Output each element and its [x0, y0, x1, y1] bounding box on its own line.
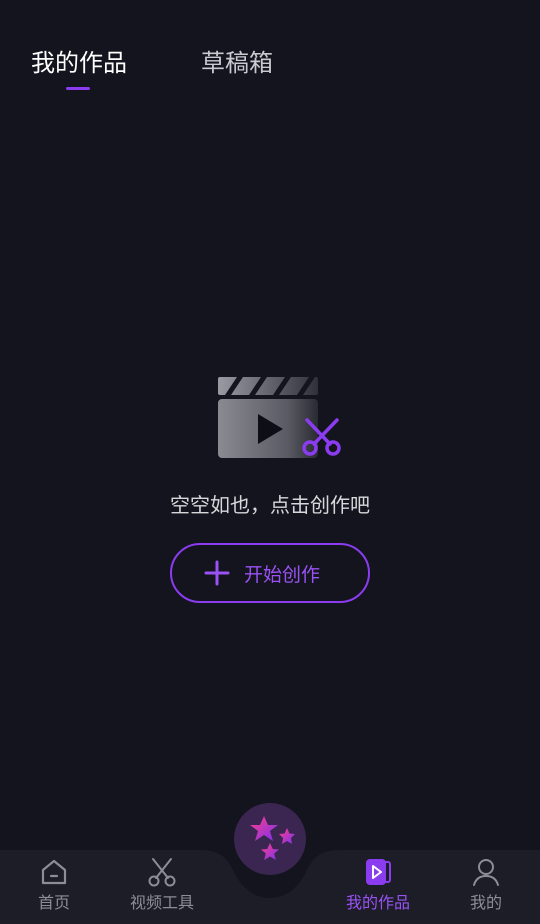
nav-label-video-tools: 视频工具: [129, 893, 194, 912]
nav-item-my-works[interactable]: 我的作品: [328, 856, 428, 914]
nav-item-home[interactable]: 首页: [4, 856, 104, 914]
plus-icon: [204, 560, 230, 586]
create-center-button[interactable]: [234, 803, 306, 875]
tab-drafts[interactable]: 草稿箱: [201, 46, 273, 80]
tab-my-works[interactable]: 我的作品: [31, 46, 127, 80]
nav-label-my-works: 我的作品: [345, 893, 410, 912]
user-icon: [473, 859, 499, 886]
tab-indicator: [66, 87, 90, 90]
top-tab-bar: 我的作品 草稿箱: [0, 0, 540, 100]
nav-item-video-tools[interactable]: 视频工具: [112, 856, 212, 914]
scissors-icon: [148, 858, 176, 887]
nav-label-me: 我的: [469, 893, 502, 912]
home-icon: [41, 859, 67, 885]
stars-icon: [250, 816, 295, 860]
video-works-icon: [366, 859, 391, 885]
start-create-button[interactable]: 开始创作: [170, 543, 370, 603]
nav-item-me[interactable]: 我的: [436, 856, 536, 914]
nav-label-home: 首页: [37, 893, 70, 912]
start-create-label: 开始创作: [244, 563, 321, 586]
clapperboard-scissors-icon: [218, 377, 341, 458]
empty-message: 空空如也，点击创作吧: [170, 493, 370, 517]
